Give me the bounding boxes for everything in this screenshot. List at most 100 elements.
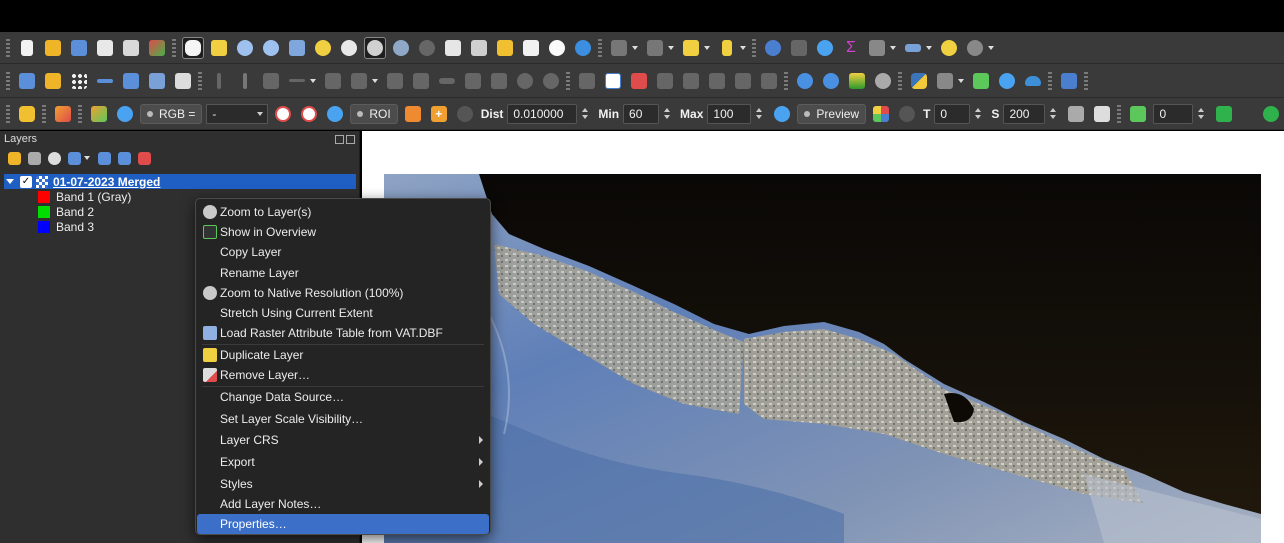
move-label-icon[interactable] [706,70,728,92]
save-edits-icon[interactable] [260,70,282,92]
classification-preview-icon[interactable] [870,103,892,125]
cloud-plugin-icon[interactable] [1022,70,1044,92]
edit-pencil-icon[interactable] [208,70,230,92]
add-feature-icon[interactable] [286,70,308,92]
deselect-icon[interactable] [716,37,738,59]
menu-item-layer-crs[interactable]: Layer CRS [197,430,489,450]
move-feature-icon[interactable] [348,70,370,92]
label-abc-blue-icon[interactable] [602,70,624,92]
mesh-layer-icon[interactable] [846,70,868,92]
manage-visibility-eye-icon[interactable] [45,149,63,167]
style-manager-icon[interactable] [146,37,168,59]
dropdown-arrow-icon[interactable] [890,37,897,59]
menu-item-stretch[interactable]: Stretch Using Current Extent [197,303,489,323]
menu-item-duplicate-layer[interactable]: Duplicate Layer [197,345,489,365]
new-3d-map-icon[interactable] [468,37,490,59]
std-dev-stretch-icon[interactable] [298,103,320,125]
identify-features-icon[interactable] [608,37,630,59]
dropdown-arrow-icon[interactable] [668,37,675,59]
layout-manager-icon[interactable] [120,37,142,59]
digitize-polygon-icon[interactable] [120,70,142,92]
menu-item-properties[interactable]: Properties… [197,514,489,534]
new-bookmark-icon[interactable] [494,37,516,59]
pan-map-icon[interactable] [182,36,204,59]
toolbar-grip[interactable] [172,38,176,57]
dropdown-arrow-icon[interactable] [310,70,317,92]
dropdown-arrow-icon[interactable] [926,37,933,59]
copy-features-icon[interactable] [462,70,484,92]
toolbar-grip[interactable] [598,38,602,57]
menu-item-change-source[interactable]: Change Data Source… [197,387,489,407]
rgb-combo[interactable]: RGB = [140,103,203,124]
map-canvas[interactable] [362,131,1284,543]
s-input[interactable]: 200 [1003,103,1046,124]
collapse-arrow-icon[interactable] [4,179,16,184]
toolbar-grip[interactable] [898,71,902,90]
zoom-native-resolution-icon[interactable] [364,36,386,59]
max-input[interactable]: 100 [707,103,752,124]
dropdown-arrow-icon[interactable] [704,37,711,59]
paste-features-icon[interactable] [488,70,510,92]
toolbar-grip[interactable] [1084,71,1088,90]
toolbar-grip[interactable] [6,71,10,90]
t-spinner[interactable] [972,104,984,124]
dropdown-arrow-icon[interactable] [958,70,965,92]
preview-combo[interactable]: Preview [797,103,867,124]
plugin-gear-icon[interactable] [996,70,1018,92]
python-console-icon[interactable] [908,70,930,92]
roi-add-icon[interactable]: + [428,103,450,125]
style-layer-icon[interactable] [5,149,23,167]
refresh-icon[interactable] [572,37,594,59]
menu-item-remove-layer[interactable]: Remove Layer… [197,365,489,385]
undo-icon[interactable] [514,70,536,92]
zoom-preview-icon[interactable] [771,103,793,125]
save-project-icon[interactable] [68,37,90,59]
redo-preview-icon[interactable] [896,103,918,125]
label-abc-red-icon[interactable] [628,70,650,92]
select-by-value-icon[interactable] [680,37,702,59]
menu-item-styles[interactable]: Styles [197,474,489,494]
toolbar-grip[interactable] [566,71,570,90]
cut-features-icon[interactable] [436,70,458,92]
toolbar-grip[interactable] [78,104,82,123]
rotate-label-icon[interactable] [732,70,754,92]
vertex-tool-icon[interactable] [322,70,344,92]
statistics-sigma-icon[interactable]: Σ [840,37,862,59]
layer-visibility-checkbox[interactable]: ✓ [20,175,32,188]
menu-item-zoom-native[interactable]: Zoom to Native Resolution (100%) [197,283,489,303]
wms-globe-icon[interactable] [794,70,816,92]
data-source-manager-icon[interactable] [16,70,38,92]
zoom-roi-icon[interactable] [324,103,346,125]
toolbar-grip[interactable] [6,104,10,123]
t-input[interactable]: 0 [934,103,971,124]
label-toolbar-icon[interactable] [576,70,598,92]
dropdown-arrow-icon[interactable] [84,147,91,169]
identify-icon[interactable] [762,37,784,59]
layers-plugin-icon[interactable] [970,70,992,92]
min-spinner[interactable] [661,104,673,124]
filter-legend-icon[interactable] [65,149,83,167]
digitize-points-icon[interactable] [68,70,90,92]
pin-labels-icon[interactable] [654,70,676,92]
run-script-icon[interactable] [1213,103,1235,125]
expand-all-icon[interactable] [95,149,113,167]
add-layer-icon[interactable] [42,70,64,92]
s-spinner[interactable] [1047,104,1059,124]
map-tips-icon[interactable] [938,37,960,59]
pan-to-selection-icon[interactable] [208,37,230,59]
attribute-table-icon[interactable] [788,37,810,59]
measure-icon[interactable] [902,37,924,59]
zoom-next-icon[interactable] [416,37,438,59]
zoom-out-icon[interactable] [260,37,282,59]
open-project-icon[interactable] [42,37,64,59]
roi-combo[interactable]: ROI [350,103,398,124]
dist-spinner[interactable] [579,104,591,124]
wfs-globe-icon[interactable] [820,70,842,92]
redo-icon[interactable] [540,70,562,92]
layer-row-merged[interactable]: ✓ 01-07-2023 Merged [4,174,356,189]
gps-tools-icon[interactable] [872,70,894,92]
close-panel-icon[interactable] [346,134,355,144]
toolbar-grip[interactable] [198,71,202,90]
temporary-layer-icon[interactable] [146,70,168,92]
band-calc-input[interactable]: 0 [1153,103,1194,124]
